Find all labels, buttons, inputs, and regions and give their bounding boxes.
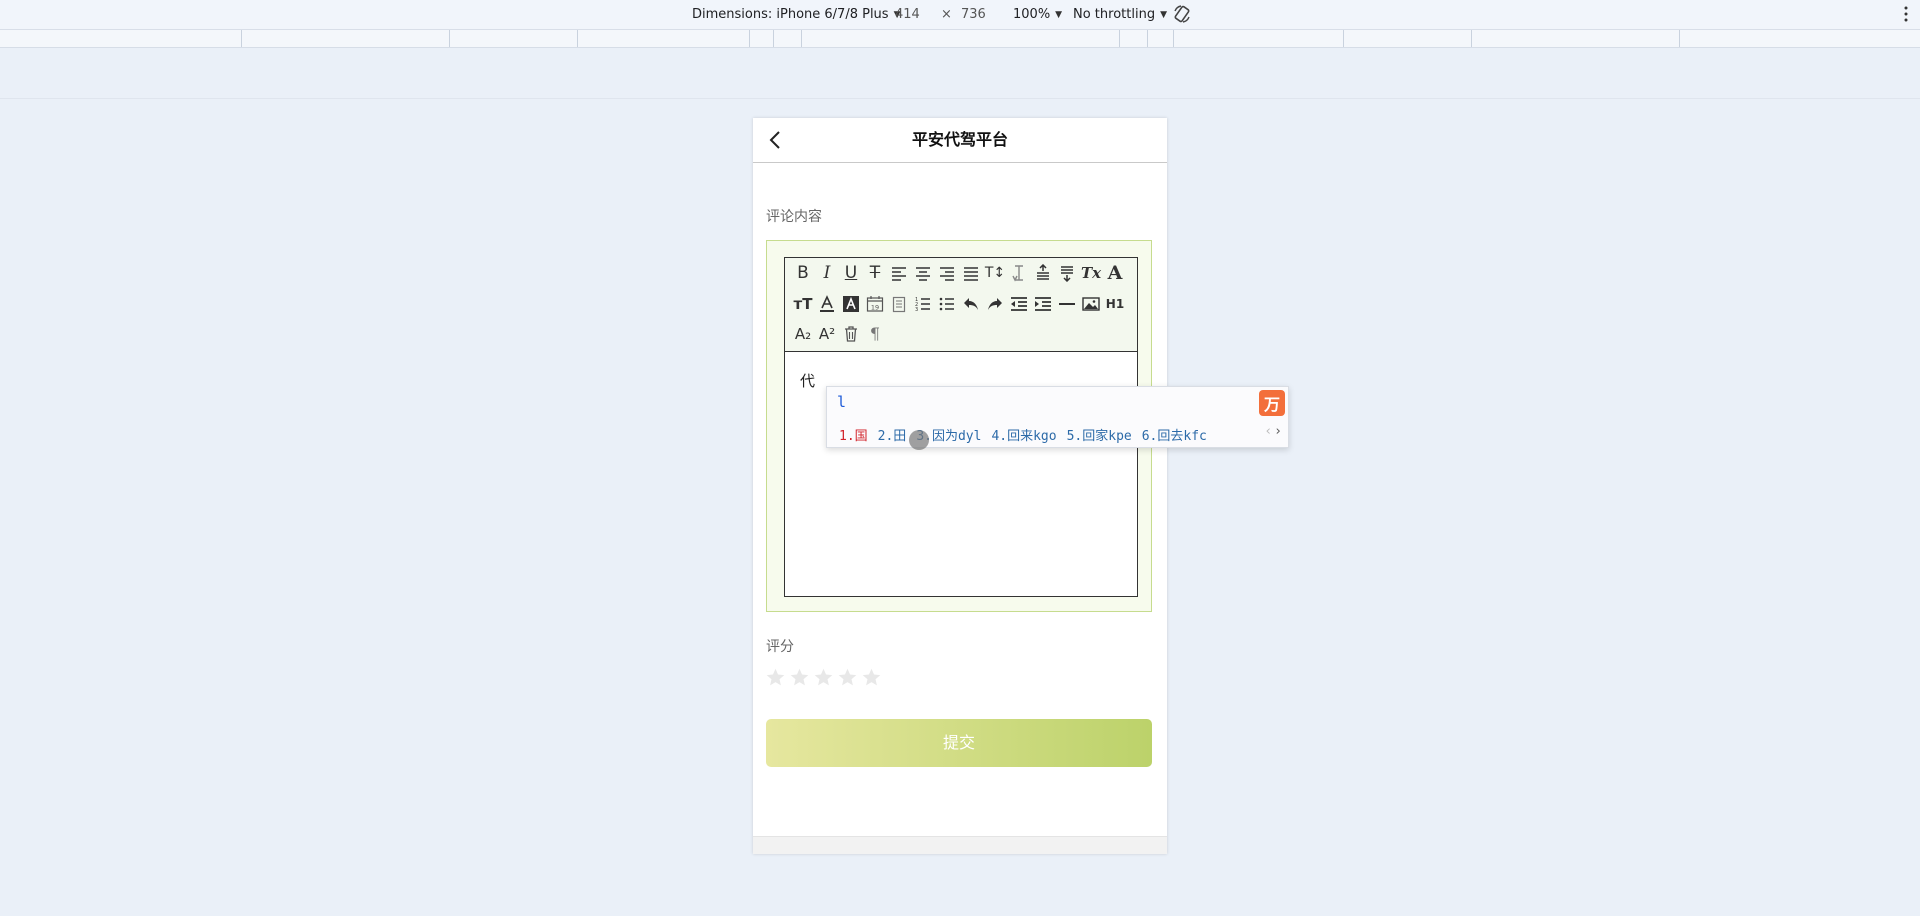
- unordered-list-icon: [939, 297, 954, 311]
- bottom-bar: [753, 836, 1167, 854]
- ordered-list-icon: 123: [915, 297, 930, 313]
- ordered-list-button[interactable]: 123: [911, 292, 935, 316]
- toolbar-row-2: ᴛT 19 123 H1: [791, 291, 1127, 317]
- redo-button[interactable]: [983, 292, 1007, 316]
- throttling-select[interactable]: No throttling ▼: [1073, 0, 1167, 29]
- align-justify-button[interactable]: [959, 261, 983, 285]
- bold-button[interactable]: B: [791, 261, 815, 285]
- chevron-down-icon: ▼: [1055, 9, 1063, 20]
- ime-pager: ‹ ›: [1264, 424, 1282, 439]
- undo-icon: [964, 298, 978, 310]
- paragraph-spacing-bottom-button[interactable]: [1055, 261, 1079, 285]
- indent-button[interactable]: [1031, 292, 1055, 316]
- line-height-button[interactable]: [1007, 261, 1031, 285]
- phone-viewport: 平安代驾平台 评论内容 B I U T T↕ Tx A ᴛT 19 1 2 3 …: [753, 118, 1167, 854]
- trash-icon: [845, 326, 857, 342]
- text-color-button[interactable]: [815, 292, 839, 316]
- star-icon[interactable]: [837, 667, 858, 688]
- ime-next-icon[interactable]: ›: [1274, 424, 1282, 439]
- star-icon[interactable]: [813, 667, 834, 688]
- ime-candidate[interactable]: 4.回来kgo: [991, 425, 1056, 444]
- outdent-button[interactable]: [1007, 292, 1031, 316]
- font-size-alt-button[interactable]: ᴛT: [791, 292, 815, 316]
- ime-logo-icon: 万: [1259, 390, 1285, 416]
- image-button[interactable]: [1079, 292, 1103, 316]
- paragraph-button[interactable]: ¶: [863, 322, 887, 346]
- redo-icon: [988, 298, 1002, 310]
- editor-content[interactable]: 代: [800, 370, 815, 391]
- device-dimensions-label: Dimensions: iPhone 6/7/8 Plus: [692, 7, 889, 22]
- align-center-button[interactable]: [911, 261, 935, 285]
- align-right-button[interactable]: [935, 261, 959, 285]
- editor-toolbar: B I U T T↕ Tx A ᴛT 19 1 2 3 H1 A₂ A² ¶: [785, 258, 1137, 352]
- width-input[interactable]: 414: [895, 0, 920, 29]
- calendar-icon: 19: [866, 296, 884, 312]
- align-left-icon: [892, 267, 906, 281]
- touch-cursor: [909, 430, 929, 450]
- date-button[interactable]: 19: [863, 292, 887, 316]
- delete-button[interactable]: [839, 322, 863, 346]
- dimension-separator: ×: [941, 7, 952, 22]
- spacing-bottom-icon: [1061, 266, 1073, 282]
- align-justify-icon: [964, 267, 978, 281]
- star-rating[interactable]: [765, 667, 882, 688]
- clear-format-button[interactable]: Tx: [1079, 261, 1103, 285]
- align-right-icon: [940, 267, 954, 281]
- star-icon[interactable]: [861, 667, 882, 688]
- toolbar-row-3: A₂ A² ¶: [791, 321, 887, 347]
- ime-candidate[interactable]: 1.国: [839, 425, 868, 444]
- ruler-divider: [0, 98, 1920, 99]
- ime-candidate[interactable]: 6.回去kfc: [1142, 425, 1207, 444]
- heading-button[interactable]: H1: [1103, 292, 1127, 316]
- star-icon[interactable]: [765, 667, 786, 688]
- superscript-button[interactable]: A²: [815, 322, 839, 346]
- unordered-list-button[interactable]: [935, 292, 959, 316]
- image-icon: [1082, 297, 1100, 311]
- devtools-device-toolbar: Dimensions: iPhone 6/7/8 Plus ▼ 414 × 73…: [0, 0, 1920, 30]
- spacing-top-icon: [1037, 264, 1049, 280]
- ime-candidate-window: l 万 1.国 2.田 3.因为dyl 4.回来kgo 5.回家kpe 6.回去kfc ‹…: [826, 386, 1289, 448]
- align-left-button[interactable]: [887, 261, 911, 285]
- svg-text:3: 3: [915, 307, 918, 313]
- chevron-down-icon: ▼: [1160, 9, 1167, 20]
- star-icon[interactable]: [789, 667, 810, 688]
- ime-composition: l: [837, 393, 847, 411]
- comment-label: 评论内容: [766, 209, 822, 225]
- svg-text:19: 19: [871, 304, 879, 312]
- italic-button[interactable]: I: [815, 261, 839, 285]
- more-options-icon[interactable]: [1904, 6, 1908, 22]
- font-button[interactable]: A: [1103, 261, 1127, 285]
- rotate-icon[interactable]: [1172, 4, 1192, 24]
- submit-button[interactable]: 提交: [766, 719, 1152, 767]
- paragraph-spacing-top-button[interactable]: [1031, 261, 1055, 285]
- ime-candidate[interactable]: 2.田: [878, 425, 907, 444]
- align-center-icon: [916, 267, 930, 281]
- text-color-icon: [820, 295, 834, 312]
- undo-button[interactable]: [959, 292, 983, 316]
- background-color-button[interactable]: [839, 292, 863, 316]
- ime-candidate[interactable]: 5.回家kpe: [1067, 425, 1132, 444]
- page-title: 平安代驾平台: [911, 130, 1008, 149]
- media-query-ruler: [0, 30, 1920, 48]
- line-height-icon: [1012, 265, 1023, 282]
- ime-prev-icon[interactable]: ‹: [1264, 424, 1272, 439]
- strikethrough-button[interactable]: T: [863, 261, 887, 285]
- horizontal-rule-button[interactable]: [1055, 292, 1079, 316]
- nav-bar: 平安代驾平台: [753, 118, 1167, 163]
- underline-button[interactable]: U: [839, 261, 863, 285]
- subscript-button[interactable]: A₂: [791, 322, 815, 346]
- rating-label: 评分: [766, 639, 794, 655]
- outdent-icon: [1011, 297, 1027, 311]
- time-button[interactable]: [887, 292, 911, 316]
- device-select[interactable]: Dimensions: iPhone 6/7/8 Plus ▼: [692, 0, 901, 29]
- clipboard-icon: [892, 296, 906, 313]
- horizontal-rule-icon: [1059, 303, 1075, 305]
- toolbar-row-1: B I U T T↕ Tx A: [791, 260, 1127, 286]
- background-color-icon: [843, 296, 859, 312]
- zoom-select[interactable]: 100% ▼: [1013, 0, 1062, 29]
- height-input[interactable]: 736: [961, 0, 986, 29]
- indent-icon: [1035, 297, 1051, 311]
- font-size-button[interactable]: T↕: [983, 261, 1007, 285]
- ime-candidates: 1.国 2.田 3.因为dyl 4.回来kgo 5.回家kpe 6.回去kfc: [839, 425, 1217, 444]
